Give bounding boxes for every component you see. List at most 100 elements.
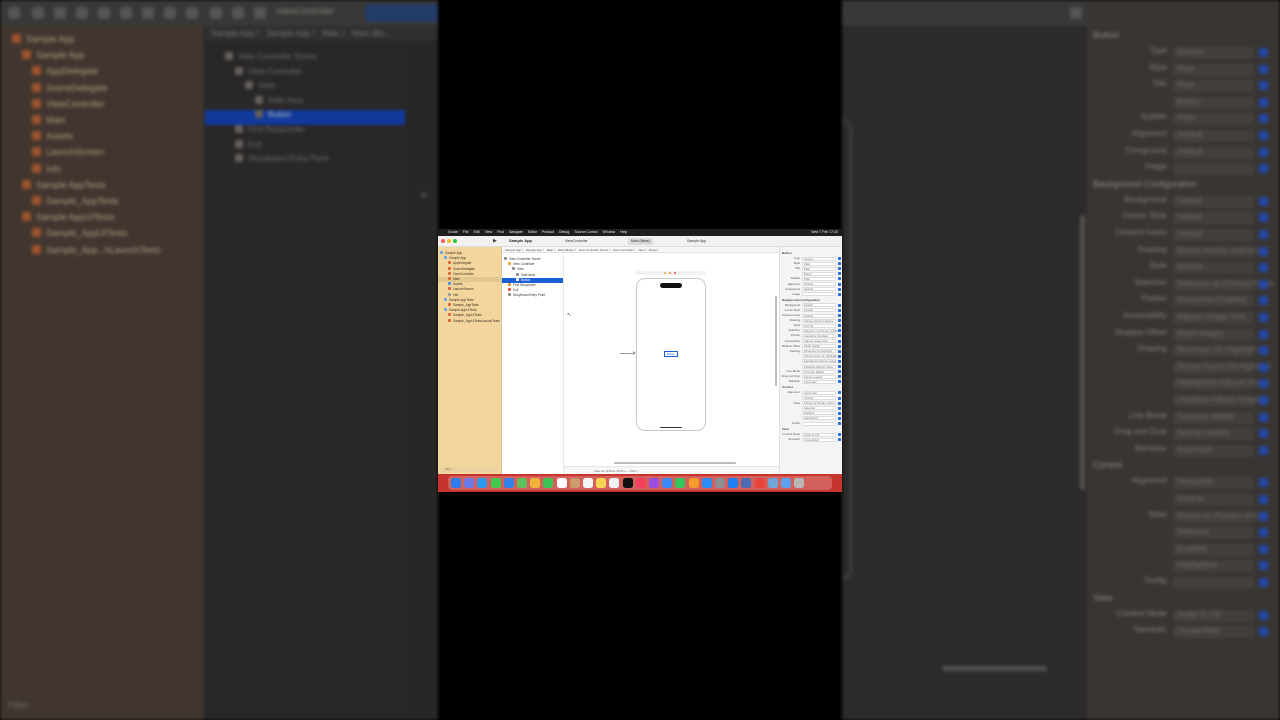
popup-chevron-icon[interactable] — [838, 370, 841, 374]
menu-item-xcode[interactable]: Xcode — [448, 229, 458, 236]
menu-item-navigate[interactable]: Navigate — [509, 229, 523, 236]
inspector-row-value[interactable]: Selection as Primary Action — [802, 328, 838, 333]
inspector-row-value[interactable]: Disabled Adjusts Image — [802, 364, 836, 369]
popup-chevron-icon[interactable] — [838, 359, 841, 363]
dock-icon-photos[interactable] — [530, 478, 541, 488]
menu-item-help[interactable]: Help — [620, 229, 627, 236]
inspector-row-value[interactable]: Plain — [802, 276, 836, 281]
dock-icon-podcasts[interactable] — [649, 478, 659, 488]
popup-chevron-icon[interactable] — [838, 406, 841, 410]
inspector-row[interactable]: Behavior Automatic — [780, 379, 842, 384]
inspector-row-value[interactable]: Plain — [802, 261, 836, 266]
popup-chevron-icon[interactable] — [838, 308, 841, 312]
inspector-row[interactable]: Semantic Unspecified — [780, 437, 842, 442]
dock-icon-safari[interactable] — [477, 478, 488, 488]
inspector-row-value[interactable]: Enabled — [802, 411, 836, 416]
inspector-row-value[interactable]: Default — [802, 303, 836, 308]
dock-icon-tv[interactable] — [622, 478, 633, 488]
popup-chevron-icon[interactable] — [838, 422, 841, 425]
dock-icon-trash[interactable] — [794, 478, 805, 488]
dock-icon-xcode[interactable] — [728, 478, 739, 488]
inspector-row-value[interactable]: Automatic — [802, 379, 836, 384]
dock-icon-launchpad[interactable] — [464, 478, 475, 488]
menu-item-product[interactable]: Product — [542, 229, 554, 236]
inspector-row-value[interactable]: Plain — [802, 266, 836, 271]
popup-chevron-icon[interactable] — [838, 287, 841, 291]
inspector-row-value[interactable]: Reverses On Highlight — [802, 349, 836, 354]
inspector-row-value[interactable]: Truncate Middle — [802, 369, 836, 374]
inspector-row-value[interactable]: Default — [802, 313, 836, 318]
popup-chevron-icon[interactable] — [838, 365, 841, 368]
inspector-row-value[interactable] — [802, 421, 836, 426]
canvas-device-zoom[interactable]: View as: iPhone 15 Pro ― 76% + — [594, 469, 638, 473]
inspector-row-value[interactable]: Interaction Enabled — [802, 333, 836, 338]
popup-chevron-icon[interactable] — [838, 319, 841, 323]
inspector-row-value[interactable]: Scale To Fill — [802, 432, 836, 437]
popup-chevron-icon[interactable] — [838, 292, 841, 296]
dock-icon-keynote[interactable] — [662, 478, 673, 488]
popup-chevron-icon[interactable] — [838, 329, 841, 333]
dock-icon-preview[interactable] — [767, 478, 778, 488]
dock-icon-reminders[interactable] — [583, 478, 593, 488]
storyboard-canvas[interactable]: Button View as: iPhone 15 Pro ― 76% + ↖ — [564, 253, 779, 474]
inspector-row-value[interactable]: Normal — [802, 323, 836, 328]
inspector-row-value[interactable]: Default — [802, 287, 836, 292]
popup-chevron-icon[interactable] — [838, 277, 841, 281]
navigator-item[interactable]: Sample_AppUITestsLaunchTests — [438, 318, 501, 324]
dock-icon-numbers[interactable] — [675, 478, 686, 488]
inspector-row-value[interactable]: Selected — [802, 406, 836, 411]
menu-item-debug[interactable]: Debug — [559, 229, 569, 236]
inspector-row-value[interactable]: Default — [802, 282, 836, 286]
popup-chevron-icon[interactable] — [838, 411, 841, 415]
popup-chevron-icon[interactable] — [838, 262, 841, 266]
inspector-row-value[interactable]: Highlighted Adjusts Image — [802, 359, 836, 364]
dock-icon-facetime[interactable] — [543, 478, 554, 488]
menu-item-editor[interactable]: Editor — [528, 229, 537, 236]
inspector-row-value[interactable]: Unspecified — [802, 437, 836, 442]
dock-icon-mail[interactable] — [503, 478, 514, 488]
inspector-row-value[interactable]: Shows as Primary action — [802, 401, 836, 406]
popup-chevron-icon[interactable] — [838, 401, 841, 405]
navigator-filter-input[interactable]: Filter — [440, 467, 498, 472]
dock-icon-music[interactable] — [635, 478, 646, 488]
inspector-row-value[interactable]: Shows Activity Indicator — [802, 318, 836, 323]
popup-chevron-icon[interactable] — [838, 391, 841, 395]
run-icon[interactable]: ▶ — [493, 238, 497, 244]
popup-chevron-icon[interactable] — [838, 438, 841, 442]
inspector-row-value[interactable]: Adjusts Image Size — [802, 339, 836, 343]
canvas-horizontal-scrollbar[interactable] — [614, 462, 736, 464]
inspector-row-value[interactable]: Spring Loaded — [802, 374, 836, 379]
view-controller-icon[interactable] — [664, 272, 666, 274]
popup-chevron-icon[interactable] — [838, 314, 841, 317]
popup-chevron-icon[interactable] — [838, 282, 841, 286]
inspector-row-value[interactable]: Default — [802, 308, 836, 313]
dock-icon-notes[interactable] — [596, 478, 607, 488]
exit-icon[interactable] — [674, 272, 676, 274]
close-window-button[interactable] — [441, 239, 445, 243]
inspector-row-value[interactable]: Vertical — [802, 396, 836, 400]
tab-main[interactable]: Main (Base) — [628, 238, 653, 245]
popup-chevron-icon[interactable] — [838, 267, 841, 271]
popup-chevron-icon[interactable] — [838, 257, 841, 260]
first-responder-icon[interactable] — [669, 272, 671, 274]
inspector-row[interactable]: Tooltip — [780, 421, 842, 426]
dock-icon-finder[interactable] — [451, 478, 461, 488]
popup-chevron-icon[interactable] — [838, 416, 841, 420]
popup-chevron-icon[interactable] — [838, 272, 841, 276]
tab-viewcontroller[interactable]: ViewController — [562, 238, 591, 245]
inspector-row-value[interactable]: Button — [802, 271, 836, 276]
menu-item-source-control[interactable]: Source Control — [574, 229, 597, 236]
popup-chevron-icon[interactable] — [838, 334, 841, 338]
selected-button[interactable]: Button — [664, 351, 678, 357]
dock-icon-calendar[interactable] — [556, 478, 567, 488]
dock-icon-chrome[interactable] — [754, 478, 765, 488]
dock-icon-app-store[interactable] — [701, 478, 712, 488]
popup-chevron-icon[interactable] — [838, 380, 841, 384]
inspector-row-value[interactable]: Horizontal — [802, 390, 836, 395]
popup-chevron-icon[interactable] — [838, 339, 841, 343]
inspector-row-value[interactable]: System — [802, 256, 836, 261]
inspector-row-value[interactable]: Shows Touch On Highlight — [802, 354, 837, 359]
menu-item-view[interactable]: View — [485, 229, 493, 236]
inspector-row-value[interactable] — [802, 292, 836, 297]
popup-chevron-icon[interactable] — [838, 349, 841, 353]
